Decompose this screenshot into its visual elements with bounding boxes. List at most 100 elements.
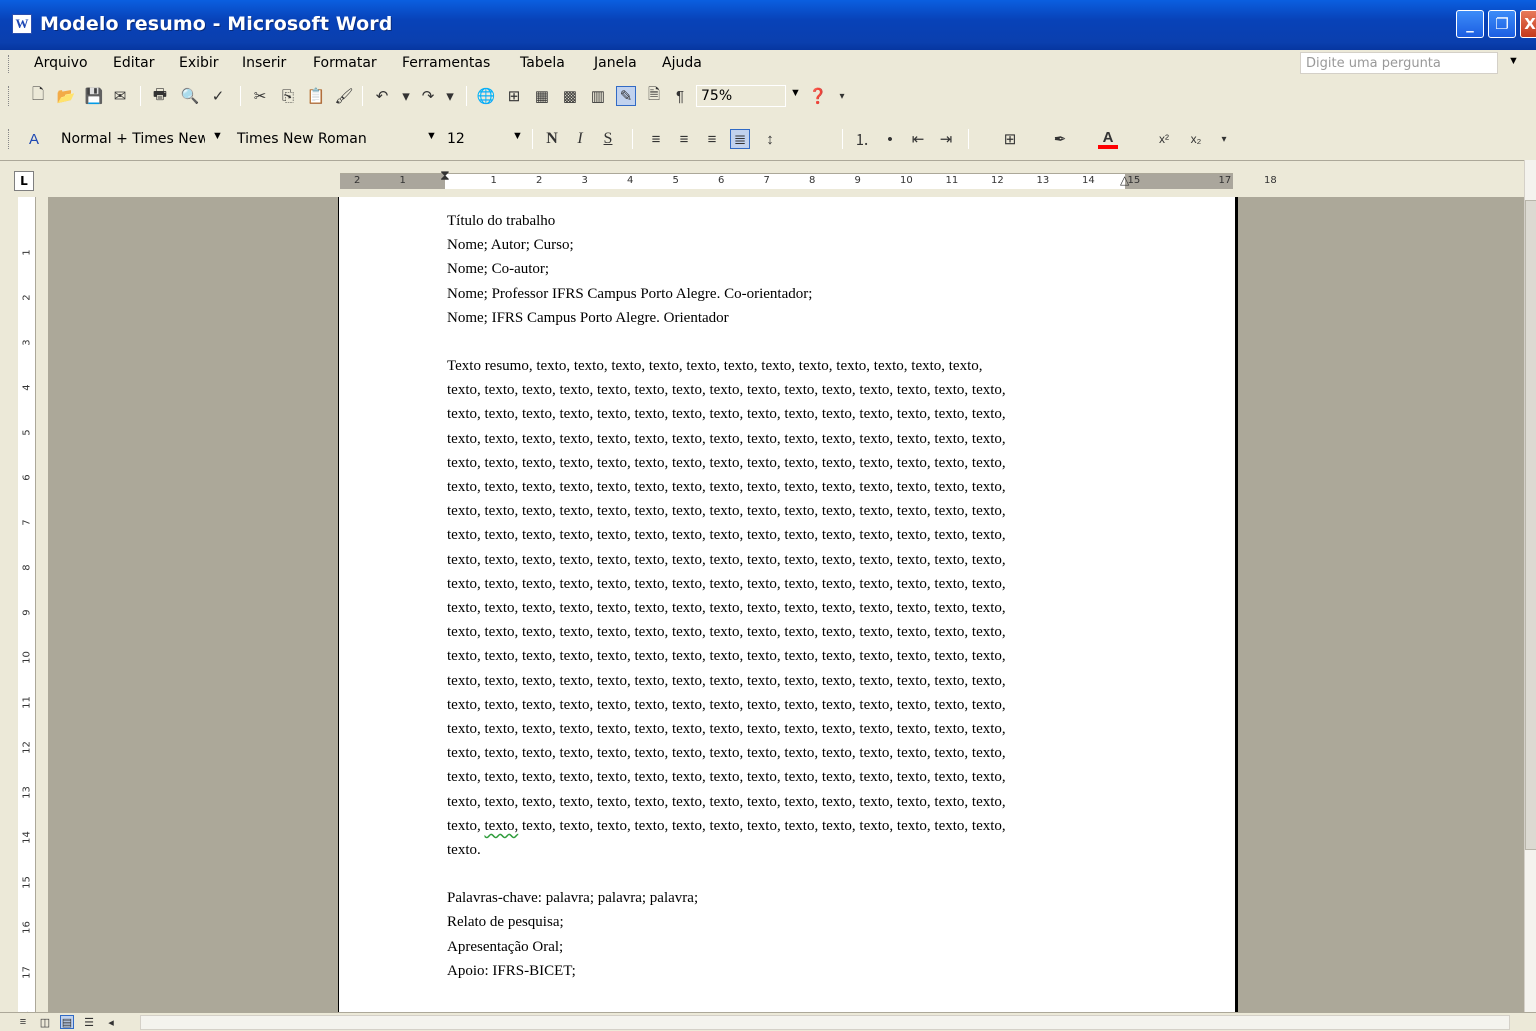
redo-dropdown-icon[interactable]: ▾ — [440, 86, 460, 106]
document-line: texto, texto, texto, texto, texto, texto… — [447, 551, 1006, 568]
menu-arquivo[interactable]: Arquivo — [34, 55, 88, 71]
align-center-icon[interactable]: ≡ — [674, 129, 694, 149]
toolbar-grip[interactable] — [8, 129, 11, 149]
columns-icon[interactable]: ▥ — [588, 86, 608, 106]
insert-table-icon[interactable]: ▦ — [532, 86, 552, 106]
font-size-dropdown-icon[interactable]: ▼ — [512, 130, 523, 142]
drawing-icon[interactable]: ✎ — [616, 86, 636, 106]
ruler-tick-label: 1 — [399, 175, 406, 186]
tab-selector[interactable]: L — [14, 171, 34, 191]
document-page[interactable]: Título do trabalho Nome; Autor; Curso; Nom… — [338, 197, 1238, 1012]
font-color-icon[interactable]: A — [1098, 129, 1118, 149]
document-line: Nome; Professor IFRS Campus Porto Alegre… — [447, 285, 813, 302]
new-document-icon[interactable]: 🗋 — [28, 86, 48, 106]
align-left-icon[interactable]: ≡ — [646, 129, 666, 149]
highlight-icon[interactable]: ✒ — [1050, 129, 1070, 149]
zoom-dropdown-icon[interactable]: ▼ — [790, 87, 801, 99]
document-line: Palavras-chave: palavra; palavra; palavr… — [447, 890, 699, 907]
font-size-select[interactable]: 12 — [442, 128, 502, 150]
right-indent-marker-icon[interactable]: △ — [1120, 173, 1129, 187]
menu-tabela[interactable]: Tabela — [520, 55, 565, 71]
vertical-ruler[interactable]: 123456789101112131415161718 — [18, 197, 36, 1024]
restore-button[interactable]: ❐ — [1488, 10, 1516, 38]
reading-view-icon[interactable]: ◂ — [104, 1015, 118, 1029]
subscript-icon[interactable]: x₂ — [1186, 129, 1206, 149]
insert-excel-icon[interactable]: ▩ — [560, 86, 580, 106]
menu-formatar[interactable]: Formatar — [313, 55, 377, 71]
show-hide-icon[interactable]: ¶ — [670, 86, 690, 106]
menu-inserir[interactable]: Inserir — [242, 55, 286, 71]
ruler-tick-label: 14 — [21, 831, 33, 844]
bold-button[interactable]: N — [542, 129, 562, 149]
scrollbar-thumb[interactable] — [1525, 200, 1536, 850]
styles-formatting-icon[interactable]: A — [24, 129, 44, 149]
document-line: Nome; Autor; Curso; — [447, 237, 574, 254]
ask-question-input[interactable]: Digite uma pergunta — [1300, 52, 1498, 74]
ruler-tick-label: 3 — [581, 175, 588, 186]
permission-icon[interactable]: ✉ — [110, 86, 130, 106]
decrease-indent-icon[interactable]: ⇤ — [908, 129, 928, 149]
menu-editar[interactable]: Editar — [113, 55, 154, 71]
undo-icon[interactable]: ↶ — [372, 86, 392, 106]
copy-icon[interactable]: ⎘ — [278, 86, 298, 106]
paste-icon[interactable]: 📋 — [306, 86, 326, 106]
align-right-icon[interactable]: ≡ — [702, 129, 722, 149]
document-body[interactable]: Título do trabalho Nome; Autor; Curso; Nom… — [447, 209, 1129, 983]
style-select[interactable]: Normal + Times New — [56, 128, 206, 150]
document-line: Nome; IFRS Campus Porto Alegre. Orientad… — [447, 309, 729, 326]
vertical-scrollbar[interactable] — [1524, 160, 1536, 1012]
document-map-icon[interactable]: 🗎 — [644, 86, 664, 106]
toolbar-separator — [968, 129, 969, 149]
font-select[interactable]: Times New Roman — [232, 128, 416, 150]
print-icon[interactable]: 🖶 — [150, 86, 170, 106]
menu-ajuda[interactable]: Ajuda — [662, 55, 702, 71]
menu-grip[interactable] — [8, 55, 11, 73]
indent-marker-icon[interactable]: ⧗ — [440, 167, 450, 184]
menu-ferramentas[interactable]: Ferramentas — [402, 55, 490, 71]
save-icon[interactable]: 💾 — [84, 86, 104, 106]
increase-indent-icon[interactable]: ⇥ — [936, 129, 956, 149]
close-button[interactable]: X — [1520, 10, 1536, 38]
menu-janela[interactable]: Janela — [594, 55, 637, 71]
normal-view-icon[interactable]: ≡ — [16, 1015, 30, 1029]
document-text: texto, texto, texto, texto, texto, texto… — [522, 817, 1006, 834]
spelling-error-word[interactable]: texto, — [485, 818, 519, 834]
open-icon[interactable]: 📂 — [56, 86, 76, 106]
tables-borders-icon[interactable]: ⊞ — [504, 86, 524, 106]
format-painter-icon[interactable]: 🖌 — [334, 86, 354, 106]
spelling-icon[interactable]: ✓ — [208, 86, 228, 106]
minimize-button[interactable]: _ — [1456, 10, 1484, 38]
ask-dropdown-arrow-icon[interactable]: ▼ — [1508, 55, 1519, 67]
font-dropdown-icon[interactable]: ▼ — [426, 130, 437, 142]
word-icon[interactable]: W — [12, 14, 32, 34]
ruler-tick-label: 17 — [1218, 175, 1232, 186]
toolbar-grip[interactable] — [8, 86, 11, 106]
web-layout-view-icon[interactable]: ◫ — [38, 1015, 52, 1029]
ruler-tick-label: 8 — [21, 564, 33, 571]
justify-icon[interactable]: ≣ — [730, 129, 750, 149]
toolbar-options-icon[interactable]: ▾ — [1214, 129, 1234, 149]
style-dropdown-icon[interactable]: ▼ — [212, 130, 223, 142]
numbering-icon[interactable]: ⒈ — [852, 129, 872, 149]
horizontal-ruler[interactable]: 2 1 1 2 3 4 5 6 7 8 9 10 11 12 13 14 15 17 18 — [340, 173, 1277, 189]
toolbar-options-icon[interactable]: ▾ — [832, 86, 852, 106]
outline-view-icon[interactable]: ☰ — [82, 1015, 96, 1029]
italic-button[interactable]: I — [570, 129, 590, 149]
borders-icon[interactable]: ⊞ — [1000, 129, 1020, 149]
superscript-icon[interactable]: x² — [1154, 129, 1174, 149]
document-line: texto, texto, texto, texto, texto, texto… — [447, 721, 1006, 738]
help-icon[interactable]: ❓ — [808, 86, 828, 106]
line-spacing-icon[interactable]: ↕ — [760, 129, 780, 149]
undo-dropdown-icon[interactable]: ▾ — [396, 86, 416, 106]
redo-icon[interactable]: ↷ — [418, 86, 438, 106]
underline-button[interactable]: S — [598, 129, 618, 149]
horizontal-scrollbar[interactable] — [140, 1015, 1510, 1030]
zoom-select[interactable]: 75% — [696, 85, 786, 107]
ruler-tick-label: 10 — [21, 651, 33, 664]
cut-icon[interactable]: ✂ — [250, 86, 270, 106]
print-layout-view-icon[interactable]: ▤ — [60, 1015, 74, 1029]
hyperlink-icon[interactable]: 🌐 — [476, 86, 496, 106]
bullets-icon[interactable]: • — [880, 129, 900, 149]
menu-exibir[interactable]: Exibir — [179, 55, 219, 71]
print-preview-icon[interactable]: 🔍 — [180, 86, 200, 106]
